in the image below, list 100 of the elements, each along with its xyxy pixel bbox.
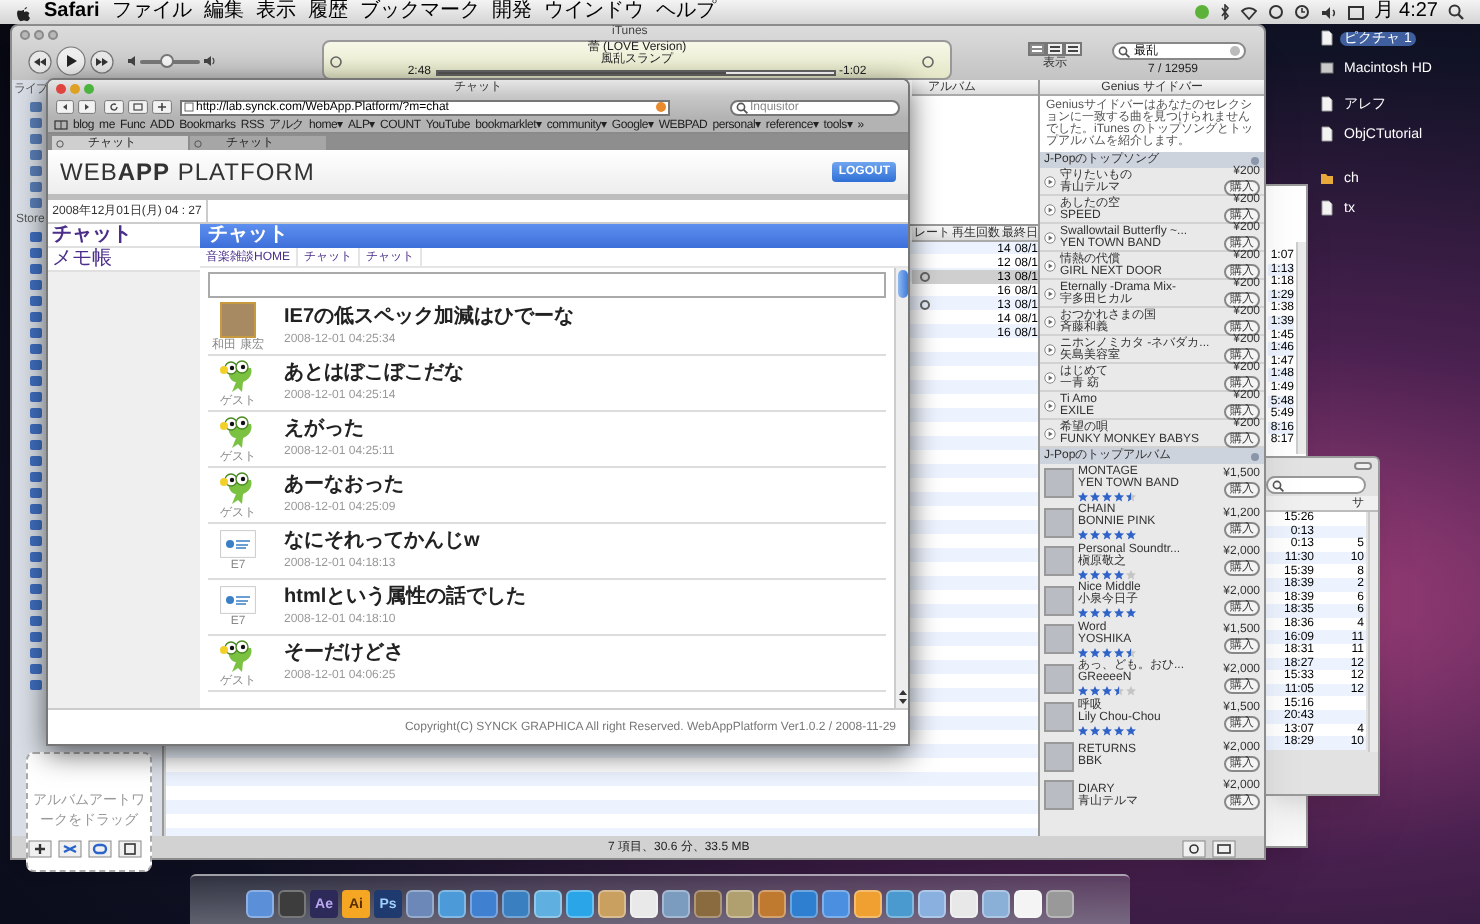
rewind-button[interactable] [28,49,52,73]
wifi-icon[interactable] [1239,5,1258,19]
app-icon[interactable] [854,890,882,918]
album-art-placeholder [1044,546,1074,577]
add-bookmark-button[interactable] [152,100,172,114]
nav-link[interactable]: メモ帳 [48,248,200,272]
document-icon[interactable] [1320,30,1334,46]
panel-title: チャット [208,226,288,246]
folder-icon[interactable] [1320,170,1334,186]
app-icon[interactable] [630,890,658,918]
view-button[interactable] [1064,42,1082,56]
stop-icon[interactable] [656,102,666,112]
book-icon[interactable] [54,120,68,130]
app-icon[interactable] [758,890,786,918]
view-button[interactable] [1028,42,1046,56]
menu-item[interactable]: 編集 [203,2,244,22]
app-icon[interactable] [406,890,434,918]
logo-icon [220,586,256,614]
back-button[interactable] [56,100,74,114]
app-icon[interactable] [662,890,690,918]
menu-item[interactable]: 開発 [491,2,532,22]
search-icon [1272,479,1284,491]
album-art-placeholder [1044,741,1074,772]
fast-forward-button[interactable] [90,49,114,73]
app-icon[interactable] [1014,890,1042,918]
bluetooth-icon[interactable] [1219,4,1230,20]
reload-button[interactable] [104,100,124,114]
menu-item[interactable]: ウインドウ [543,2,644,22]
app-icon[interactable] [246,890,274,918]
speaker-loud-icon [204,56,216,66]
app-icon[interactable] [278,890,306,918]
message-text: なにそれってかんじw [284,532,480,552]
app-icon[interactable] [598,890,626,918]
app-icon[interactable] [470,890,498,918]
menu-item[interactable]: ファイル [111,2,192,22]
site-icon [184,102,194,112]
app-icon[interactable] [886,890,914,918]
message-text: えがった [284,420,366,440]
toolbar-toggle-button[interactable] [1354,462,1372,470]
app-icon[interactable] [438,890,466,918]
close-icon[interactable] [194,139,202,147]
album-art-placeholder [1044,624,1074,655]
scroll-arrows-icon[interactable] [897,688,907,706]
app-icon[interactable] [822,890,850,918]
volume-icon[interactable] [1319,5,1338,19]
sidebar-toggle-button[interactable] [1212,839,1236,857]
frog-mascot-icon [220,358,256,394]
photo-placeholder [220,302,256,338]
document-icon[interactable] [1320,200,1334,216]
view-button[interactable] [1046,42,1064,56]
repeat-button[interactable] [88,839,112,857]
message-text: そーだけどさ [284,644,404,664]
menu-clock[interactable]: 月 4:27 [1373,2,1438,22]
search-icon [1118,45,1130,57]
progress-bar[interactable] [435,69,835,75]
search-icon[interactable] [1448,4,1464,20]
logo-icon [220,530,256,558]
hard-drive-icon[interactable] [1320,60,1334,76]
message-text: IE7の低スペック加減はひでーな [284,308,575,328]
menu-item[interactable]: 表示 [255,2,296,22]
genius-button[interactable] [1182,839,1206,857]
app-icon[interactable] [566,890,594,918]
menu-item[interactable]: ブックマーク [359,2,480,22]
nav-link[interactable]: チャット [48,224,200,248]
close-button[interactable] [56,83,66,93]
frog-mascot-icon [220,470,256,506]
app-icon[interactable] [534,890,562,918]
snapback-button[interactable] [128,100,148,114]
frog-mascot-icon [220,414,256,450]
add-button[interactable] [28,839,52,857]
search-field[interactable] [1266,476,1366,494]
scrollbar[interactable] [1296,242,1306,454]
slider-thumb[interactable] [160,53,174,67]
clock-icon[interactable] [1293,4,1310,20]
app-icon[interactable] [982,890,1010,918]
search-icon [736,101,748,113]
close-icon[interactable] [56,139,64,147]
scrollbar[interactable] [894,268,908,708]
frog-mascot-icon [220,638,256,674]
message-input[interactable] [208,272,886,298]
album-art-placeholder [1044,663,1074,694]
scrollbar[interactable] [1368,512,1378,752]
apple-icon[interactable] [16,3,32,21]
message-text: htmlという属性の話でした [284,588,527,608]
message-text: あーなおった [284,476,404,496]
album-art-placeholder [1044,780,1074,811]
menu-item[interactable]: 履歴 [307,2,348,22]
display-icon[interactable] [1347,5,1364,19]
forward-button[interactable] [78,100,96,114]
app-icon[interactable] [918,890,946,918]
app-icon[interactable] [726,890,754,918]
scroll-thumb[interactable] [897,270,907,298]
artwork-button[interactable] [118,839,142,857]
album-art-placeholder [1044,468,1074,499]
play-button[interactable] [56,46,86,76]
app-menu[interactable]: Safari [44,2,100,22]
shuffle-button[interactable] [58,839,82,857]
app-icon[interactable] [950,890,978,918]
app-icon[interactable] [1046,890,1074,918]
album-art-placeholder [1044,585,1074,616]
